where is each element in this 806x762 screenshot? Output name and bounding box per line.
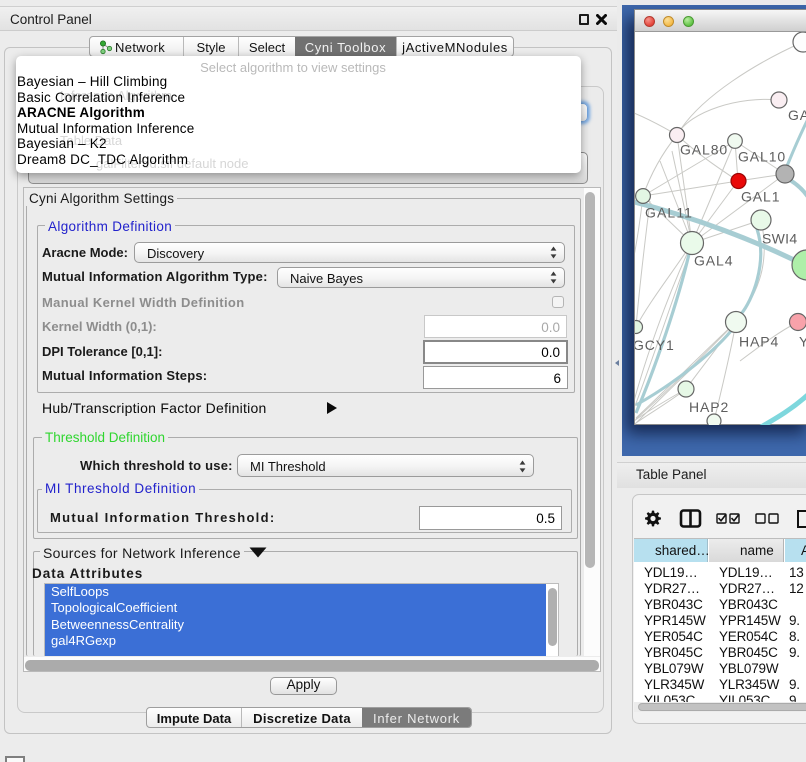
svg-text:GAL4: GAL4 (694, 253, 733, 269)
svg-text:GAL1: GAL1 (741, 189, 780, 205)
svg-text:GAL10: GAL10 (738, 149, 786, 165)
svg-text:GCY1: GCY1 (635, 337, 675, 353)
svg-text:Y: Y (799, 334, 806, 350)
svg-text:GAL80: GAL80 (680, 142, 728, 158)
svg-text:HAP4: HAP4 (739, 334, 779, 350)
svg-text:GAL11: GAL11 (645, 205, 693, 221)
svg-text:GAL7: GAL7 (788, 107, 806, 123)
svg-text:HAP2: HAP2 (689, 399, 729, 415)
svg-text:SWI4: SWI4 (762, 231, 797, 247)
